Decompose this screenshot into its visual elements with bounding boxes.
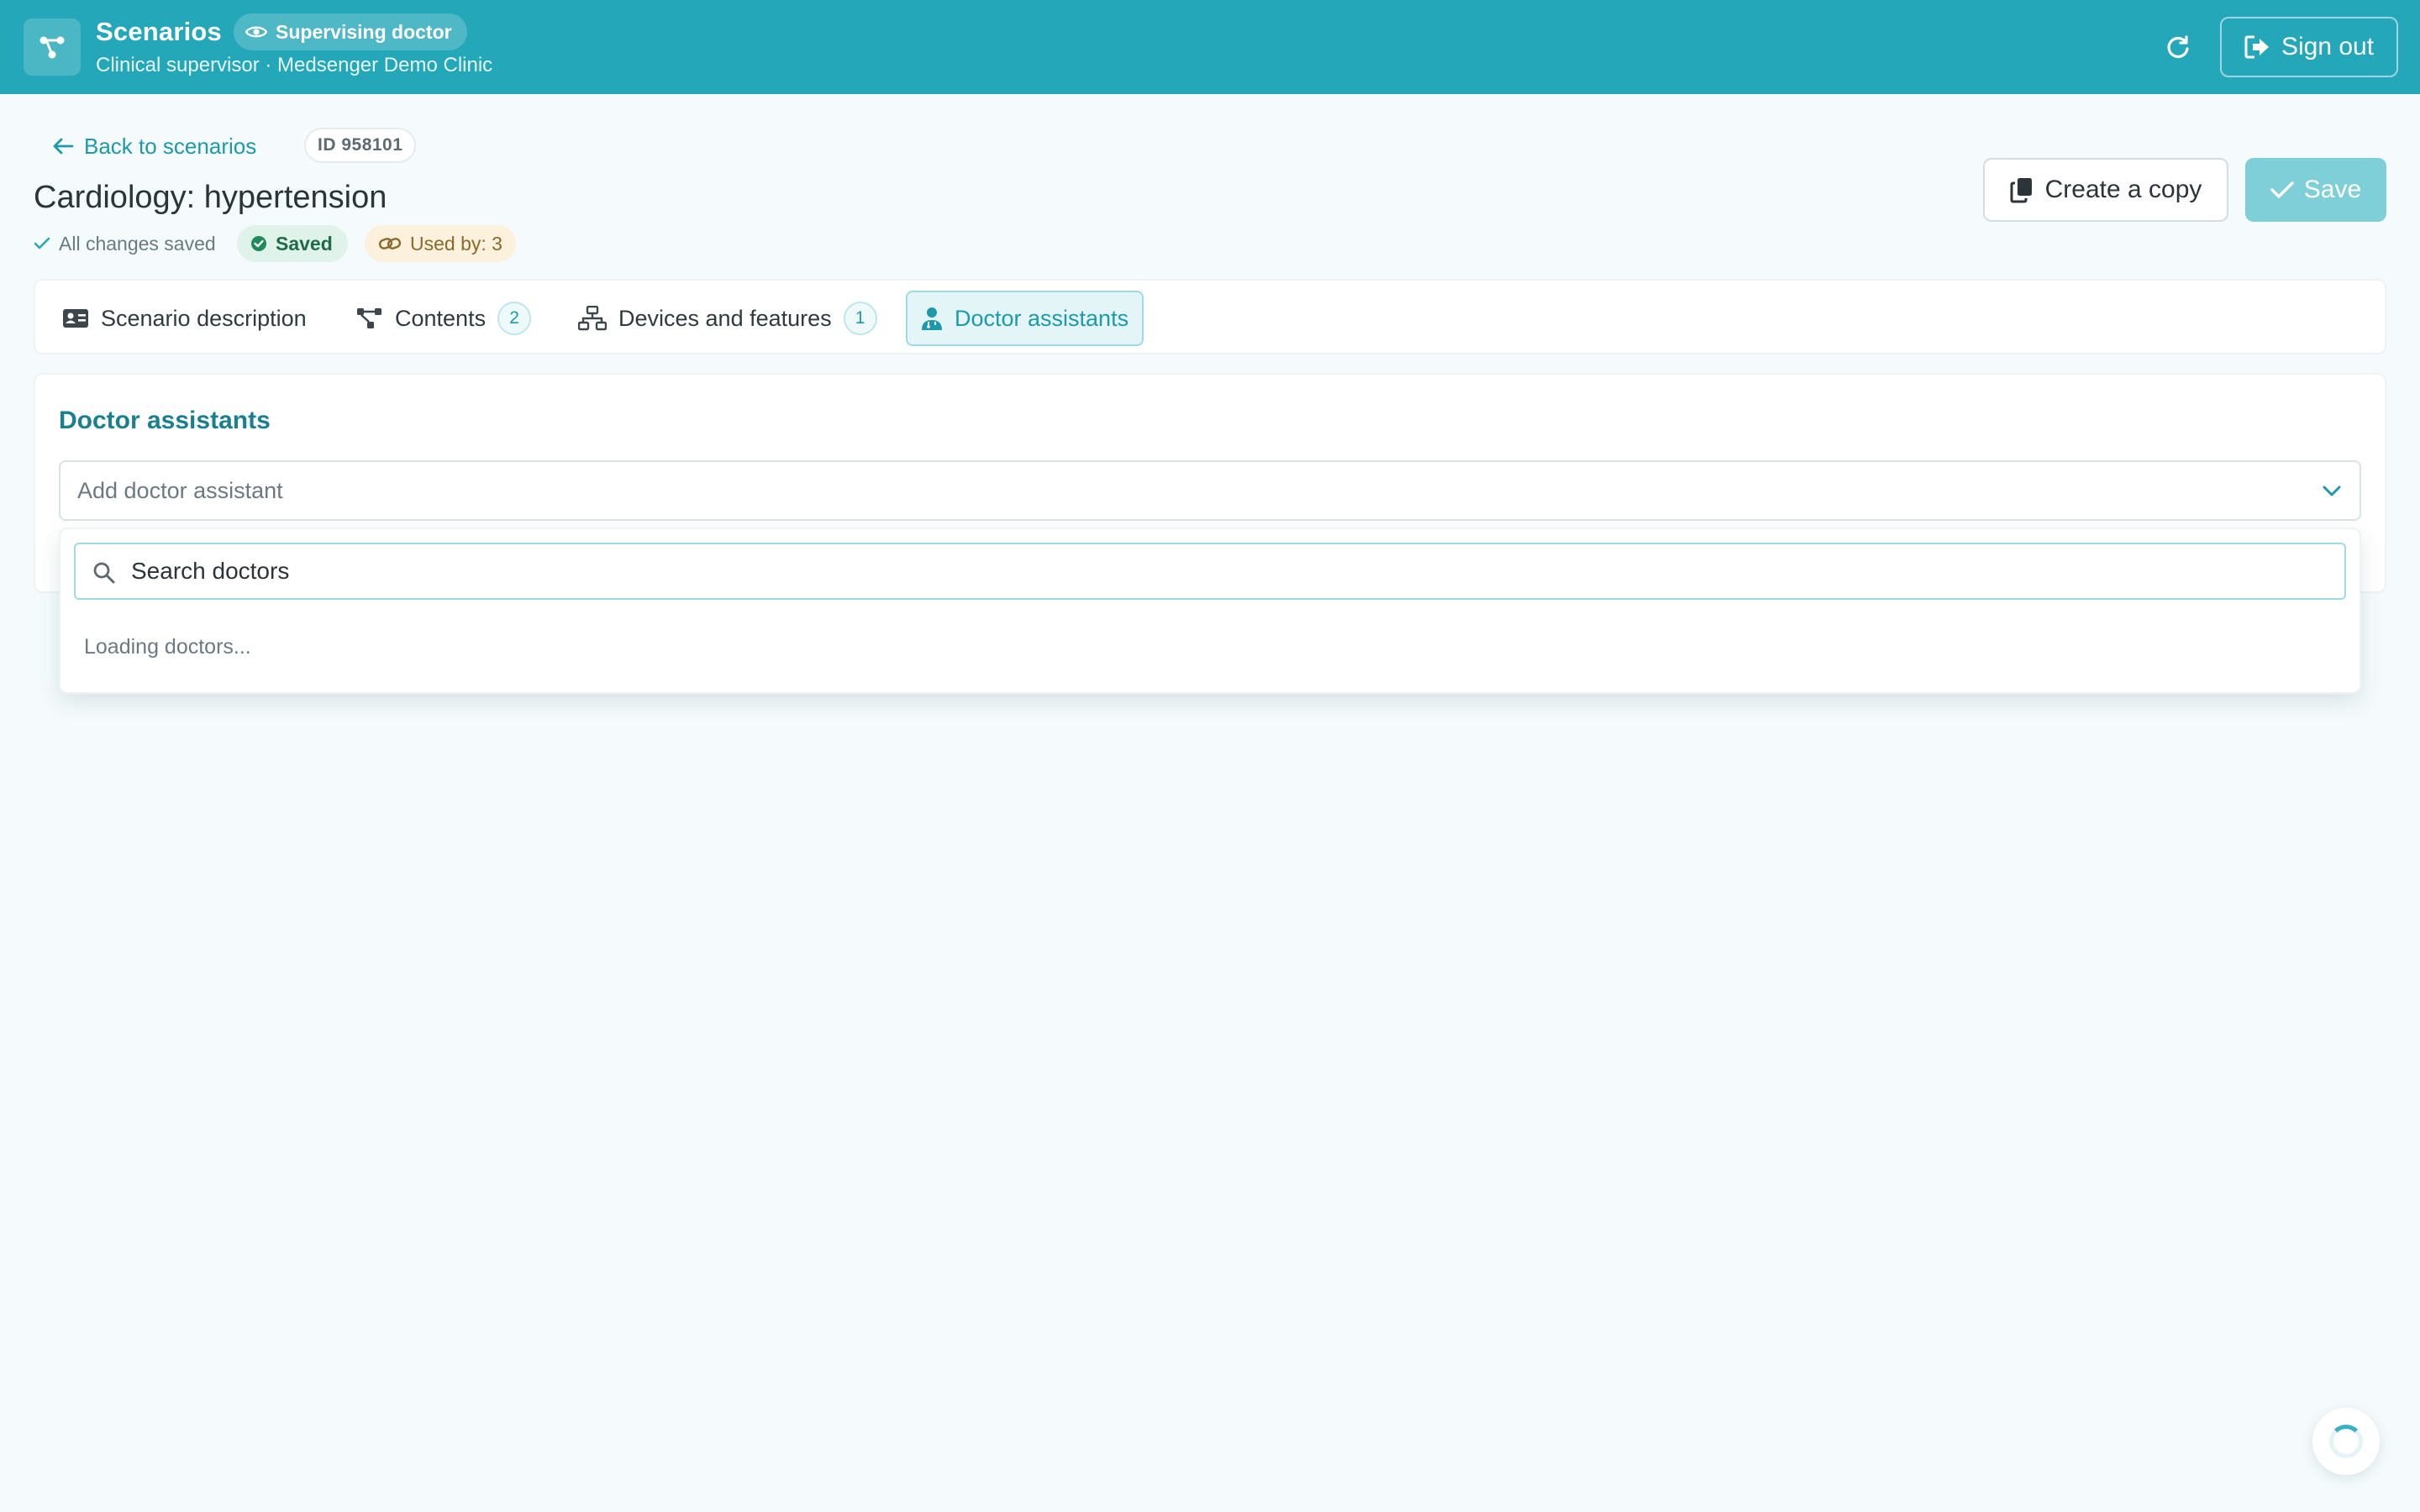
back-to-scenarios-link[interactable]: Back to scenarios — [52, 131, 256, 161]
select-placeholder: Add doctor assistant — [77, 477, 283, 503]
loading-spinner — [2312, 1408, 2380, 1475]
search-doctors-box[interactable] — [74, 543, 2346, 600]
tab-count-badge: 2 — [497, 302, 532, 335]
save-status-text: All changes saved — [59, 232, 216, 255]
tab-label: Contents — [395, 305, 487, 331]
tab-label: Doctor assistants — [955, 305, 1129, 331]
save-status: All changes saved — [34, 230, 216, 257]
nodes-icon — [39, 36, 65, 59]
tab-count-badge: 1 — [843, 302, 877, 335]
create-copy-button[interactable]: Create a copy — [1983, 158, 2228, 222]
link-icon — [378, 238, 402, 249]
sign-out-button[interactable]: Sign out — [2220, 17, 2398, 77]
tabs-bar: Scenario description Contents 2 Devices … — [34, 279, 2386, 354]
id-card-icon — [63, 309, 88, 328]
tab-scenario-description[interactable]: Scenario description — [49, 291, 320, 346]
search-icon — [93, 562, 115, 584]
back-label: Back to scenarios — [84, 133, 257, 159]
sign-out-icon — [2244, 35, 2269, 59]
sign-out-label: Sign out — [2281, 33, 2375, 60]
arrow-left-icon — [53, 138, 74, 155]
search-doctors-input[interactable] — [131, 558, 2344, 585]
section-title: Doctor assistants — [59, 407, 271, 434]
tab-doctor-assistants[interactable]: Doctor assistants — [906, 291, 1144, 346]
tab-devices-and-features[interactable]: Devices and features 1 — [565, 291, 891, 346]
network-icon — [578, 306, 607, 331]
app-logo[interactable] — [24, 18, 81, 76]
used-by-badge[interactable]: Used by: 3 — [365, 225, 516, 262]
app-subtitle: Clinical supervisor · Medsenger Demo Cli… — [96, 54, 493, 76]
top-bar: Scenarios Supervising doctor Clinical su… — [0, 0, 2420, 94]
used-by-label: Used by: 3 — [410, 232, 502, 255]
nodes-icon — [357, 308, 381, 328]
tab-label: Scenario description — [101, 305, 307, 331]
add-doctor-assistant-select[interactable]: Add doctor assistant — [59, 460, 2361, 521]
page-title: Cardiology: hypertension — [34, 180, 387, 215]
copy-icon — [2010, 178, 2032, 203]
chevron-down-icon — [2323, 486, 2341, 496]
tab-contents[interactable]: Contents 2 — [343, 291, 544, 346]
create-copy-label: Create a copy — [2044, 176, 2202, 203]
save-label: Save — [2303, 176, 2362, 203]
app-title: Scenarios — [96, 17, 222, 46]
save-button[interactable]: Save — [2245, 158, 2386, 222]
check-circle-icon — [251, 236, 266, 251]
refresh-button[interactable] — [2160, 29, 2196, 66]
saved-badge: Saved — [237, 225, 348, 262]
role-badge: Supervising doctor — [234, 13, 467, 50]
tab-label: Devices and features — [618, 305, 832, 331]
saved-badge-label: Saved — [276, 232, 333, 255]
check-icon — [2270, 181, 2294, 198]
check-icon — [34, 237, 50, 249]
eye-icon — [245, 26, 267, 38]
spinner-icon — [2329, 1425, 2363, 1458]
loading-doctors-text: Loading doctors... — [84, 635, 251, 659]
role-label: Supervising doctor — [276, 20, 452, 43]
scenario-id-chip: ID 958101 — [304, 128, 417, 163]
doctor-icon — [922, 307, 942, 330]
refresh-icon — [2167, 35, 2189, 59]
